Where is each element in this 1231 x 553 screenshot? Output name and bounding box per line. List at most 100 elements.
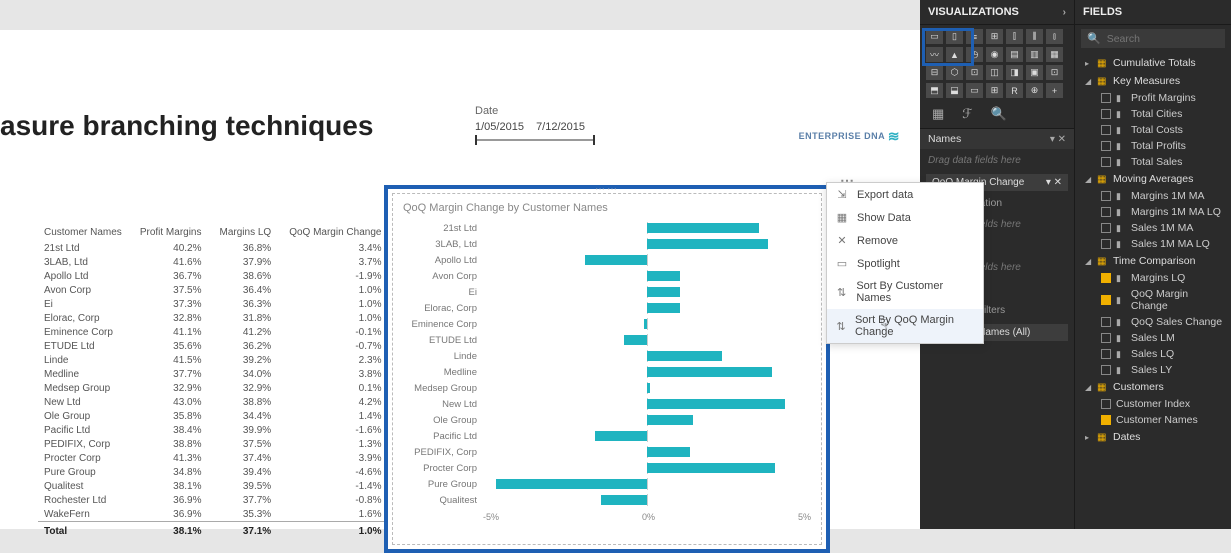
bar-row[interactable]: 3LAB, Ltd (403, 236, 811, 252)
viz-type-button[interactable]: ⫾ (1046, 29, 1063, 44)
visual-grip[interactable]: ⋯⋯ (595, 184, 619, 195)
ctx-sort-qoq[interactable]: ⇅Sort By QoQ Margin Change (827, 309, 983, 343)
field-table[interactable]: ◢▦Moving Averages (1075, 170, 1231, 188)
viz-type-button[interactable]: ⊡ (966, 65, 983, 80)
table-row[interactable]: Ei37.3%36.3%1.0% (38, 297, 387, 311)
ctx-export-data[interactable]: ⇲Export data (827, 183, 983, 206)
table-row[interactable]: Linde41.5%39.2%2.3% (38, 353, 387, 367)
well-names-drop[interactable]: Drag data fields here (920, 149, 1074, 172)
table-row[interactable]: 3LAB, Ltd41.6%37.9%3.7% (38, 255, 387, 269)
viz-type-button[interactable]: ◉ (986, 47, 1003, 62)
table-row[interactable]: 21st Ltd40.2%36.8%3.4% (38, 241, 387, 256)
field-item[interactable]: ▮Sales LM (1075, 330, 1231, 346)
field-item[interactable]: ▮Total Cities (1075, 106, 1231, 122)
bar[interactable] (647, 463, 775, 473)
ctx-sort-customer[interactable]: ⇅Sort By Customer Names (827, 275, 983, 309)
bar[interactable] (601, 495, 647, 505)
bar-row[interactable]: 21st Ltd (403, 220, 811, 236)
margins-table[interactable]: Customer NamesProfit MarginsMargins LQQo… (38, 225, 387, 539)
viz-type-button[interactable]: ⫿ (1006, 29, 1023, 44)
chart-selected-visual[interactable]: ⋯⋯ QoQ Margin Change by Customer Names 2… (384, 185, 830, 553)
bar[interactable] (647, 415, 693, 425)
bar[interactable] (496, 479, 647, 489)
viz-type-button[interactable]: ⊞ (986, 29, 1003, 44)
bar-row[interactable]: PEDIFIX, Corp (403, 444, 811, 460)
table-row[interactable]: Procter Corp41.3%37.4%3.9% (38, 451, 387, 465)
date-slider[interactable] (475, 139, 595, 141)
viz-type-button[interactable]: ◷ (966, 47, 983, 62)
bar-row[interactable]: Avon Corp (403, 268, 811, 284)
viz-type-button[interactable]: ◫ (986, 65, 1003, 80)
checkbox[interactable] (1101, 157, 1111, 167)
checkbox[interactable] (1101, 93, 1111, 103)
viz-type-button[interactable]: ⊕ (1026, 83, 1043, 98)
bar-row[interactable]: Pacific Ltd (403, 428, 811, 444)
bar[interactable] (647, 239, 768, 249)
table-row[interactable]: Medsep Group32.9%32.9%0.1% (38, 381, 387, 395)
table-row[interactable]: Pacific Ltd38.4%39.9%-1.6% (38, 423, 387, 437)
field-table[interactable]: ◢▦Customers (1075, 378, 1231, 396)
viz-type-button[interactable]: ◨ (1006, 65, 1023, 80)
field-table[interactable]: ◢▦Time Comparison (1075, 252, 1231, 270)
bar-row[interactable]: Procter Corp (403, 460, 811, 476)
bar-row[interactable]: Eminence Corp (403, 316, 811, 332)
table-row[interactable]: PEDIFIX, Corp38.8%37.5%1.3% (38, 437, 387, 451)
table-header[interactable]: QoQ Margin Change (277, 225, 387, 241)
viz-type-button[interactable]: ≡ (966, 29, 983, 44)
checkbox[interactable] (1101, 239, 1111, 249)
checkbox[interactable] (1101, 109, 1111, 119)
bar-row[interactable]: New Ltd (403, 396, 811, 412)
bar-row[interactable]: Apollo Ltd (403, 252, 811, 268)
bar-row[interactable]: Pure Group (403, 476, 811, 492)
checkbox[interactable] (1101, 317, 1111, 327)
table-header[interactable]: Margins LQ (208, 225, 278, 241)
fields-tab-icon[interactable]: ▦ (932, 106, 944, 122)
viz-type-button[interactable]: ▦ (1046, 47, 1063, 62)
field-item[interactable]: ▮Margins LQ (1075, 270, 1231, 286)
checkbox[interactable] (1101, 365, 1111, 375)
bar-row[interactable]: Qualitest (403, 492, 811, 508)
viz-type-button[interactable]: ▣ (1026, 65, 1043, 80)
date-slicer[interactable]: Date 1/05/2015 7/12/2015 (475, 105, 595, 141)
bar[interactable] (647, 287, 680, 297)
checkbox[interactable] (1101, 191, 1111, 201)
bar[interactable] (585, 255, 647, 265)
table-row[interactable]: New Ltd43.0%38.8%4.2% (38, 395, 387, 409)
table-row[interactable]: Ole Group35.8%34.4%1.4% (38, 409, 387, 423)
field-item[interactable]: ▮QoQ Sales Change (1075, 314, 1231, 330)
bar-row[interactable]: Medsep Group (403, 380, 811, 396)
field-item[interactable]: ▮Total Profits (1075, 138, 1231, 154)
viz-type-button[interactable]: ⊞ (986, 83, 1003, 98)
bar-row[interactable]: ETUDE Ltd (403, 332, 811, 348)
viz-type-button[interactable]: + (1046, 83, 1063, 98)
visualizations-header[interactable]: VISUALIZATIONS› (920, 0, 1074, 25)
field-item[interactable]: ▮Sales 1M MA LQ (1075, 236, 1231, 252)
bar[interactable] (595, 431, 647, 441)
checkbox[interactable] (1101, 333, 1111, 343)
table-row[interactable]: Eminence Corp41.1%41.2%-0.1% (38, 325, 387, 339)
table-row[interactable]: WakeFern36.9%35.3%1.6% (38, 507, 387, 522)
bar-row[interactable]: Elorac, Corp (403, 300, 811, 316)
viz-type-button[interactable]: ▯ (946, 29, 963, 44)
viz-type-button[interactable]: ▥ (1026, 47, 1043, 62)
viz-type-button[interactable]: ⬒ (926, 83, 943, 98)
checkbox[interactable] (1101, 223, 1111, 233)
field-table[interactable]: ▸▦Dates (1075, 428, 1231, 446)
fields-search[interactable]: 🔍 (1081, 29, 1225, 48)
ctx-remove[interactable]: ✕Remove (827, 229, 983, 252)
bar[interactable] (624, 335, 647, 345)
viz-type-button[interactable]: 〰 (926, 47, 943, 62)
bar-row[interactable]: Ole Group (403, 412, 811, 428)
viz-type-button[interactable]: ⬓ (946, 83, 963, 98)
viz-type-button[interactable]: ⬡ (946, 65, 963, 80)
table-header[interactable]: Customer Names (38, 225, 128, 241)
viz-type-button[interactable]: ⊡ (1046, 65, 1063, 80)
fields-header[interactable]: FIELDS (1075, 0, 1231, 25)
field-item[interactable]: ▮Sales 1M MA (1075, 220, 1231, 236)
table-row[interactable]: ETUDE Ltd35.6%36.2%-0.7% (38, 339, 387, 353)
well-names[interactable]: Names▾ ✕ (920, 129, 1074, 149)
search-input[interactable] (1107, 33, 1231, 45)
viz-type-button[interactable]: R (1006, 83, 1023, 98)
bar[interactable] (647, 271, 680, 281)
viz-type-button[interactable]: ⊟ (926, 65, 943, 80)
